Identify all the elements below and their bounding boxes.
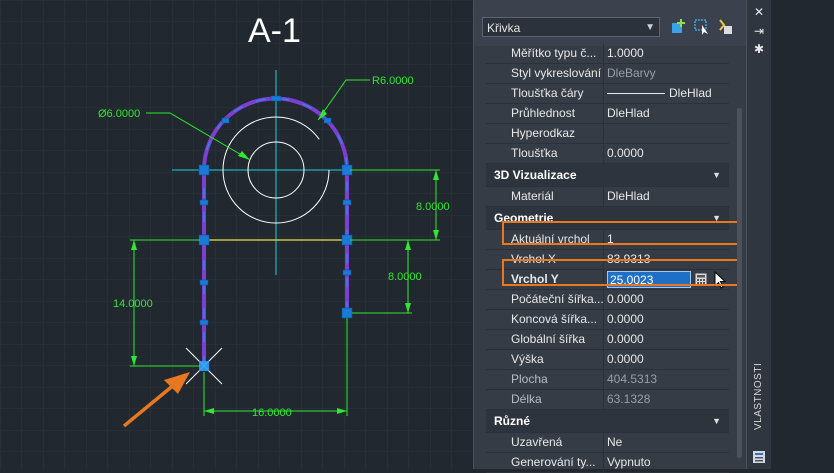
lineweight-swatch [607,93,665,95]
prop-value[interactable]: DleHlad [607,104,729,123]
prop-row[interactable]: Koncová šířka... 0.0000 [486,310,729,330]
prop-name: Koncová šířka... [511,310,604,329]
prop-name: Měřítko typu č... [511,44,604,63]
prop-row: Plocha 404.5313 [486,370,729,390]
prop-row[interactable]: Průhlednost DleHlad [486,104,729,124]
quick-select-icon[interactable] [716,17,734,37]
prop-name: Výška [511,350,604,369]
category-3d-visualization[interactable]: 3D Vizualizace ▼ [486,164,729,187]
dim-left-vertical: 14.0000 [113,298,153,310]
prop-name: Počáteční šířka... [511,290,604,309]
prop-row[interactable]: Tloušťka 0.0000 [486,144,729,164]
prop-value[interactable]: 0.0000 [607,330,729,349]
property-grid: Měřítko typu č... 1.0000 Styl vykreslován… [486,44,742,473]
prop-value[interactable]: Vypnuto [607,453,729,472]
prop-value: 63.1328 [607,392,651,406]
prop-name: Průhlednost [511,104,604,123]
prop-name: Délka [511,390,604,409]
category-title: 3D Vizualizace [494,168,577,182]
prop-row[interactable]: Materiál DleHlad [486,187,729,207]
category-title: Různé [494,414,530,428]
prop-name: Plocha [511,370,604,389]
object-type-dropdown[interactable]: Křivka ▼ [482,17,660,37]
palette-side-strip: ✕ ⇥ ✱ VLASTNOSTI [746,0,771,469]
category-misc[interactable]: Různé ▼ [486,410,729,433]
prop-name: Globální šířka [511,330,604,349]
prop-name: Uzavřená [511,433,604,452]
grid [0,0,474,469]
prop-value[interactable]: Ne [607,433,729,452]
drawing-title: A-1 [248,12,301,50]
close-icon[interactable]: ✕ [752,6,766,18]
collapse-icon[interactable]: ▼ [712,410,721,432]
prop-value[interactable]: 1.0000 [607,44,729,63]
prop-name: Materiál [511,187,604,206]
highlight-vertex-y [502,259,742,286]
prop-row[interactable]: Měřítko typu č... 1.0000 [486,44,729,64]
prop-value[interactable]: 0.0000 [607,350,729,369]
prop-value[interactable] [607,124,729,143]
prop-name: Tloušťka [511,144,604,163]
dim-right-lower: 8.0000 [388,271,422,283]
palette-title: VLASTNOSTI [753,363,765,436]
prop-name: Tloušťka čáry [511,84,604,103]
prop-row[interactable]: Globální šířka 0.0000 [486,330,729,350]
prop-row[interactable]: Uzavřená Ne [486,433,729,453]
prop-value[interactable]: 0.0000 [607,144,729,163]
prop-value: 404.5313 [607,372,658,386]
prop-name: Generování ty... [511,453,604,472]
prop-row: Délka 63.1328 [486,390,729,410]
prop-value[interactable]: 0.0000 [607,310,729,329]
prop-row[interactable]: Hyperodkaz [486,124,729,144]
prop-value[interactable]: DleHlad [607,187,729,206]
select-objects-icon[interactable] [693,17,711,37]
prop-value[interactable]: DleHlad [607,84,729,103]
object-type-value: Křivka [487,21,521,35]
prop-row[interactable]: Tloušťka čáry DleHlad [486,84,729,104]
panel-scrollbar[interactable] [737,108,742,458]
prop-value[interactable]: 0.0000 [607,290,729,309]
chevron-down-icon: ▼ [645,22,655,33]
prop-value[interactable]: DleBarvy [607,64,729,83]
dim-radius: R6.0000 [372,75,414,87]
dim-right-upper: 8.0000 [416,201,450,213]
prop-row[interactable]: Styl vykreslování DleBarvy [486,64,729,84]
properties-icon[interactable] [752,450,766,464]
settings-icon[interactable]: ✱ [752,43,766,55]
dim-diameter: Ø6.0000 [98,108,140,120]
properties-panel: Křivka ▼ Měřítko typu č... 1.0000 Styl vy… [473,0,746,473]
prop-name: Styl vykreslování [511,64,604,83]
prop-name: Hyperodkaz [511,124,604,143]
auto-hide-icon[interactable]: ⇥ [752,25,766,37]
prop-row[interactable]: Počáteční šířka... 0.0000 [486,290,729,310]
dim-bottom: 16.0000 [252,407,292,419]
prop-row[interactable]: Generování ty... Vypnuto [486,453,729,473]
highlight-current-vertex [502,221,742,245]
prop-value-text: DleHlad [669,86,712,100]
prop-row[interactable]: Výška 0.0000 [486,350,729,370]
add-to-selection-icon[interactable] [670,17,688,37]
panel-header: Křivka ▼ [474,0,746,46]
palette-title-text: VLASTNOSTI [753,362,764,430]
collapse-icon[interactable]: ▼ [712,164,721,186]
